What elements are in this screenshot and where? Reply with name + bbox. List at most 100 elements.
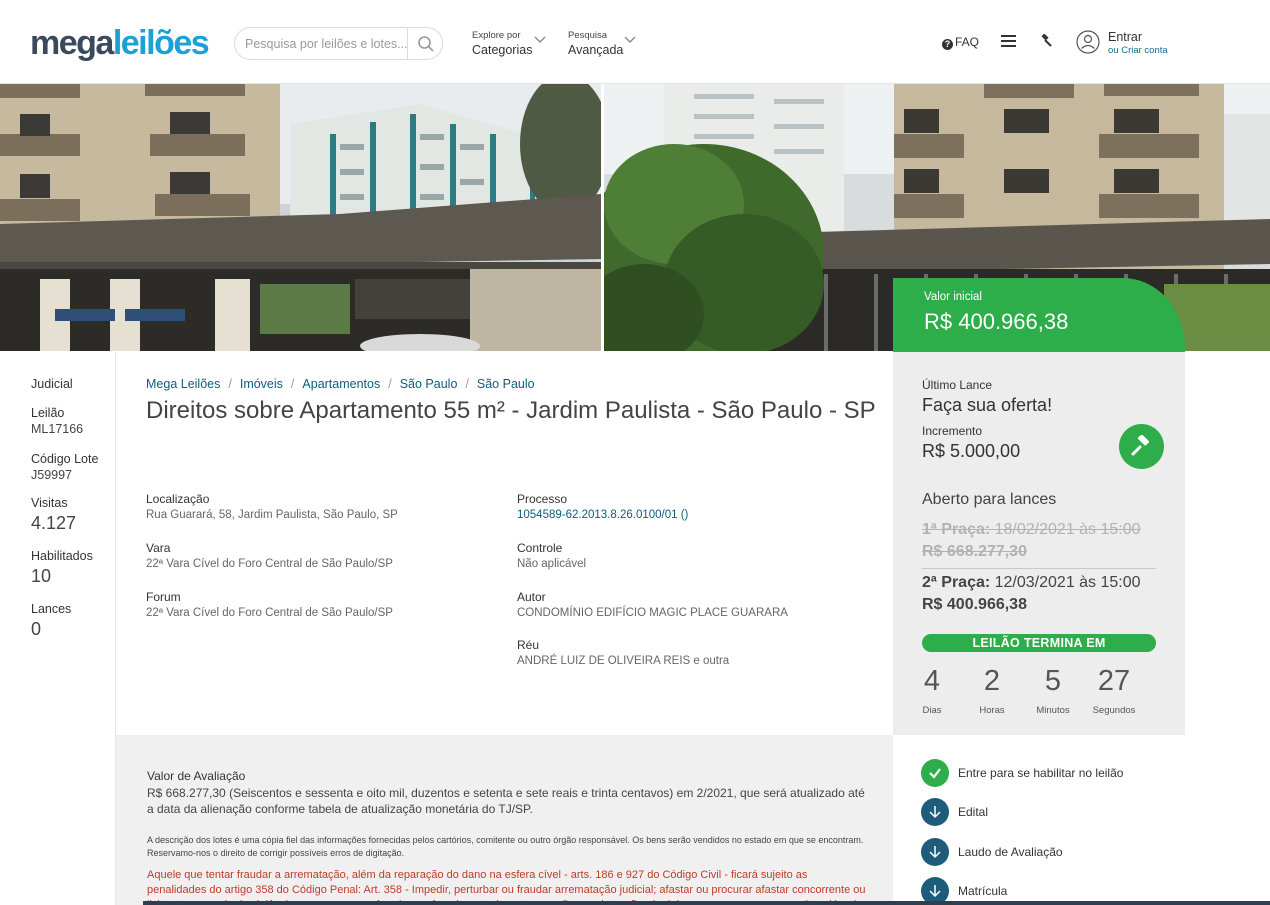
search-box <box>234 27 443 60</box>
breadcrumb-separator: / <box>388 377 392 391</box>
first-round-date: 1ª Praça: 18/02/2021 às 15:00 <box>922 521 1141 539</box>
valuation-text: R$ 668.277,30 (Seiscentos e sessenta e o… <box>147 786 865 816</box>
logo-part-leiloes: leilões <box>112 24 210 62</box>
registration-label: Matrícula <box>958 884 1008 898</box>
logo-part-mega: mega <box>30 24 114 62</box>
initial-price-label: Valor inicial <box>924 291 982 303</box>
download-icon <box>921 838 949 866</box>
countdown-days-label: Dias <box>922 705 942 716</box>
countdown-days-value: 4 <box>923 665 941 697</box>
explore-small-label: Explore por <box>472 30 521 41</box>
increment-value: R$ 5.000,00 <box>922 441 1021 461</box>
countdown-minutes-label: Minutos <box>1036 705 1070 716</box>
second-round-amount: R$ 400.966,38 <box>922 596 1027 613</box>
gavel-icon <box>1131 435 1150 456</box>
place-bid-button[interactable] <box>1119 424 1164 469</box>
countdown-hours-value: 2 <box>983 665 1001 697</box>
explore-categories-dropdown[interactable]: Explore por Categorias <box>472 30 546 57</box>
initial-price-value: R$ 400.966,38 <box>924 309 1069 334</box>
download-icon <box>921 798 949 826</box>
advanced-big-label: Avançada <box>568 43 624 57</box>
logo[interactable]: megaleilões <box>30 24 210 63</box>
lot-code-value: J59997 <box>31 468 73 482</box>
court-value: 22ª Vara Cível do Foro Central de São Pa… <box>146 558 393 570</box>
first-round-label: 1ª Praça: <box>922 521 991 538</box>
initial-price-card: Valor inicial R$ 400.966,38 <box>893 278 1185 352</box>
lot-code-label: Código Lote <box>31 452 99 466</box>
lot-stats-column: Judicial Leilão ML17166 Código Lote J599… <box>0 351 116 905</box>
advanced-search-dropdown[interactable]: Pesquisa Avançada <box>568 30 636 57</box>
divider <box>922 568 1156 569</box>
court-label: Vara <box>146 541 171 555</box>
site-header: megaleilões Explore por Categorias Pesqu… <box>0 0 1270 84</box>
countdown-minutes-value: 5 <box>1044 665 1062 697</box>
faq-label: FAQ <box>955 35 980 49</box>
visits-value: 4.127 <box>31 513 77 533</box>
defendant-value: ANDRÉ LUIZ DE OLIVEIRA REIS e outra <box>517 655 730 667</box>
location-field: Localização Rua Guarará, 58, Jardim Paul… <box>146 492 398 521</box>
process-link[interactable]: 1054589-62.2013.8.26.0100/01 () <box>517 509 688 521</box>
control-value: Não aplicável <box>517 558 587 570</box>
author-label: Autor <box>517 590 546 604</box>
chevron-down-icon <box>534 36 546 43</box>
page-title: Direitos sobre Apartamento 55 m² - Jardi… <box>146 397 876 424</box>
login-label: Entrar <box>1108 30 1143 44</box>
question-icon: ? <box>942 39 953 50</box>
breadcrumb-item[interactable]: Apartamentos <box>302 377 380 391</box>
visits-stat: Visitas 4.127 <box>31 496 76 534</box>
search-input[interactable] <box>245 35 411 53</box>
enabled-value: 10 <box>31 566 52 586</box>
breadcrumb-item[interactable]: Imóveis <box>240 377 283 391</box>
valuation-label: Valor de Avaliação <box>147 769 246 783</box>
countdown-hours-label: Horas <box>979 705 1005 716</box>
user-avatar-icon[interactable] <box>1076 30 1100 54</box>
check-icon <box>921 759 949 787</box>
enabled-stat: Habilitados 10 <box>31 549 93 587</box>
hamburger-menu-icon[interactable] <box>1001 35 1016 47</box>
breadcrumb-item[interactable]: São Paulo <box>477 377 535 391</box>
increment-label: Incremento <box>922 424 983 438</box>
enable-bidding-label: Entre para se habilitar no leilão <box>958 766 1124 780</box>
auction-id-label: Leilão <box>31 406 65 420</box>
defendant-label: Réu <box>517 638 540 652</box>
countdown-seconds-value: 27 <box>1097 665 1131 697</box>
countdown-seconds-label: Segundos <box>1092 705 1136 716</box>
fraud-warning-text: Aquele que tentar fraudar a arrematação,… <box>147 869 866 905</box>
signup-link[interactable]: ou Criar conta <box>1108 45 1168 56</box>
countdown-days: 4 Dias <box>922 665 942 716</box>
bottom-scroll-bar <box>143 901 1270 905</box>
court-field: Vara 22ª Vara Cível do Foro Central de S… <box>146 541 393 570</box>
control-field: Controle Não aplicável <box>517 541 586 570</box>
forum-field: Forum 22ª Vara Cível do Foro Central de … <box>146 590 393 619</box>
location-value: Rua Guarará, 58, Jardim Paulista, São Pa… <box>146 509 398 521</box>
visits-label: Visitas <box>31 496 68 510</box>
auction-ends-banner: LEILÃO TERMINA EM <box>922 634 1156 652</box>
second-round-date: 2ª Praça: 12/03/2021 às 15:00 <box>922 574 1141 592</box>
first-round-amount: R$ 668.277,30 <box>922 543 1027 560</box>
explore-big-label: Categorias <box>472 43 533 57</box>
property-photo-1[interactable] <box>0 84 601 351</box>
search-divider <box>407 28 408 59</box>
bids-stat: Lances 0 <box>31 602 71 640</box>
forum-label: Forum <box>146 590 181 604</box>
disclaimer-text: A descrição dos lotes é uma cópia fiel d… <box>147 835 864 858</box>
countdown-minutes: 5 Minutos <box>1035 665 1071 716</box>
breadcrumb-item[interactable]: Mega Leilões <box>146 377 220 391</box>
description-section: Valor de Avaliação R$ 668.277,30 (Seisce… <box>116 735 893 905</box>
second-round-datetime: 12/03/2021 às 15:00 <box>990 574 1141 591</box>
second-round-value: R$ 400.966,38 <box>922 596 1027 614</box>
countdown-seconds: 27 Segundos <box>1092 665 1136 716</box>
breadcrumb-separator: / <box>290 377 295 391</box>
advanced-small-label: Pesquisa <box>568 30 608 41</box>
breadcrumb-separator: / <box>465 377 469 391</box>
gavel-icon[interactable] <box>1039 34 1053 48</box>
first-round-value: R$ 668.277,30 <box>922 543 1027 561</box>
login-link[interactable]: Entrar ou Criar conta <box>1108 30 1168 56</box>
breadcrumb-item[interactable]: São Paulo <box>400 377 458 391</box>
appraisal-report-label: Laudo de Avaliação <box>958 845 1063 859</box>
search-icon[interactable] <box>417 35 435 53</box>
process-field: Processo 1054589-62.2013.8.26.0100/01 () <box>517 492 688 521</box>
faq-link[interactable]: ? FAQ <box>942 35 979 50</box>
bids-value: 0 <box>31 619 42 639</box>
auction-type: Judicial <box>31 377 73 391</box>
